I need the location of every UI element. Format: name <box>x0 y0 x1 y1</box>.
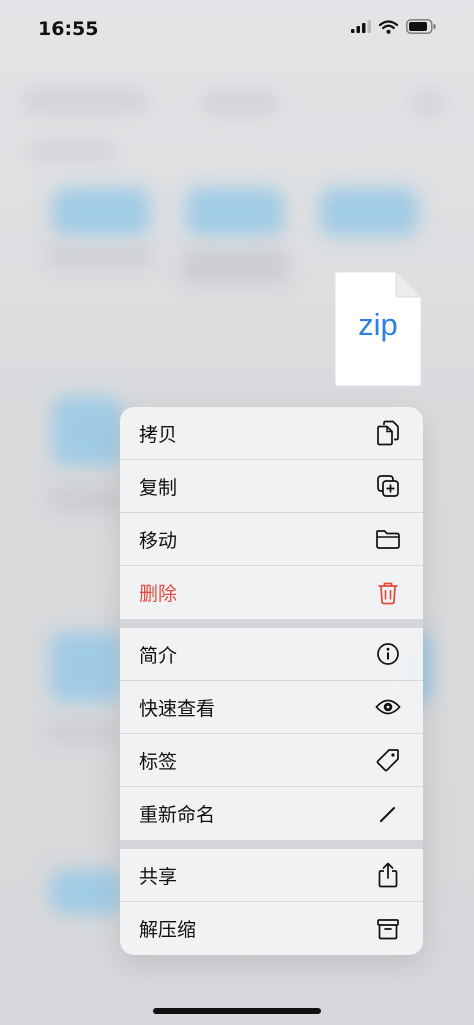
menu-item-label: 解压缩 <box>139 919 197 941</box>
context-menu: 拷贝 复制 移动 删除 简介 快速查看 标签 重新命名 共享 解压缩 <box>120 407 423 955</box>
menu-item-label: 删除 <box>139 583 178 605</box>
menu-item-delete[interactable]: 删除 <box>120 566 423 619</box>
menu-item-share[interactable]: 共享 <box>120 849 423 902</box>
menu-group-separator <box>120 619 423 628</box>
cellular-signal-icon <box>351 20 371 33</box>
trash-icon <box>375 580 401 606</box>
menu-item-label: 重新命名 <box>139 804 216 826</box>
zip-file-preview[interactable]: zip <box>334 271 422 387</box>
status-icons <box>351 19 436 34</box>
status-time: 16:55 <box>38 18 99 40</box>
wifi-icon <box>379 19 398 34</box>
menu-item-tags[interactable]: 标签 <box>120 734 423 787</box>
file-type-label: zip <box>358 307 398 342</box>
menu-group-separator <box>120 840 423 849</box>
info-icon <box>375 641 401 667</box>
home-indicator[interactable] <box>153 1008 321 1014</box>
menu-item-duplicate[interactable]: 复制 <box>120 460 423 513</box>
pencil-icon <box>375 801 401 827</box>
menu-item-label: 共享 <box>139 865 178 888</box>
menu-item-label: 复制 <box>139 476 178 499</box>
status-bar: 16:55 <box>0 0 474 60</box>
tag-icon <box>375 747 401 773</box>
archive-icon <box>375 916 401 942</box>
menu-item-copy[interactable]: 拷贝 <box>120 407 423 460</box>
menu-item-label: 拷贝 <box>139 423 178 446</box>
menu-item-info[interactable]: 简介 <box>120 628 423 681</box>
menu-item-uncompress[interactable]: 解压缩 <box>120 902 423 955</box>
menu-item-quick-look[interactable]: 快速查看 <box>120 681 423 734</box>
eye-icon <box>375 694 401 720</box>
menu-item-label: 标签 <box>139 750 178 773</box>
duplicate-icon <box>375 473 401 499</box>
menu-item-label: 快速查看 <box>139 697 216 720</box>
folder-icon <box>375 526 401 552</box>
menu-item-rename[interactable]: 重新命名 <box>120 787 423 840</box>
menu-item-label: 移动 <box>139 529 178 552</box>
share-icon <box>375 862 401 888</box>
menu-item-move[interactable]: 移动 <box>120 513 423 566</box>
battery-icon <box>406 19 436 34</box>
copy-icon <box>375 420 401 446</box>
menu-item-label: 简介 <box>139 644 178 667</box>
